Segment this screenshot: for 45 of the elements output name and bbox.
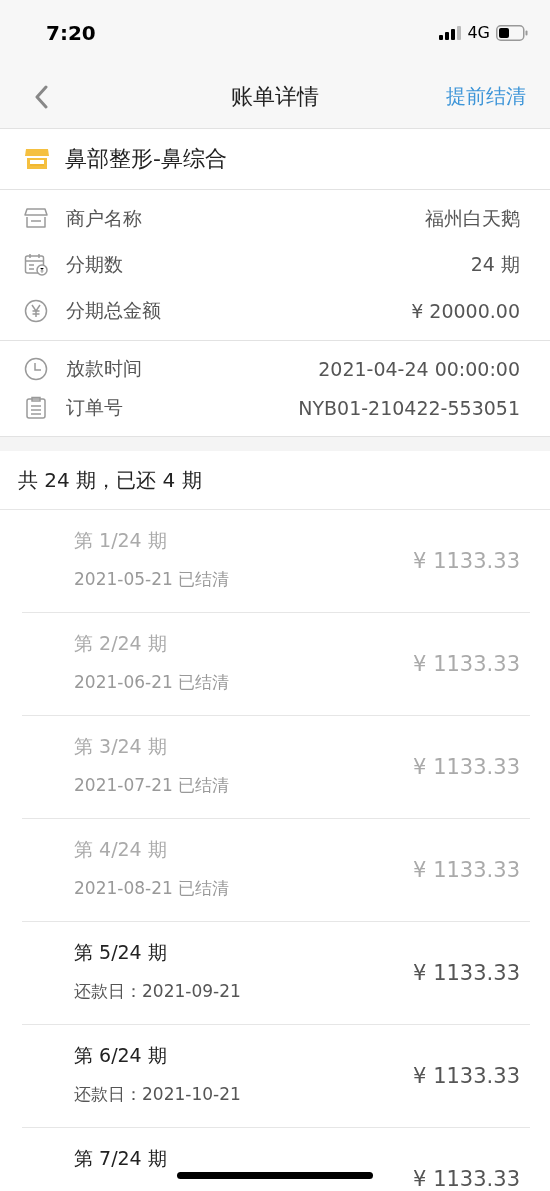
info-label: 订单号 bbox=[66, 394, 123, 420]
installment-date: 2021-08-21 已结清 bbox=[74, 877, 230, 900]
installment-amount: ¥ 1133.33 bbox=[413, 652, 520, 675]
installment-title: 第 4/24 期 bbox=[74, 837, 168, 862]
product-name: 鼻部整形-鼻综合 bbox=[65, 145, 227, 173]
yen-icon bbox=[24, 299, 48, 323]
installment-title: 第 7/24 期 bbox=[74, 1146, 167, 1171]
installment-date: 2021-07-21 已结清 bbox=[74, 774, 230, 797]
info-label: 分期总金额 bbox=[66, 298, 161, 323]
status-time: 7:20 bbox=[46, 20, 96, 45]
installment-summary: 共 24 期，已还 4 期 bbox=[18, 466, 202, 494]
signal-icon bbox=[439, 25, 462, 40]
network-label: 4G bbox=[467, 23, 490, 42]
installment-amount: ¥ 1133.33 bbox=[413, 1064, 520, 1087]
info-label: 放款时间 bbox=[66, 355, 142, 381]
installment-amount: ¥ 1133.33 bbox=[413, 549, 520, 572]
page-title: 账单详情 bbox=[231, 82, 319, 111]
installment-title: 第 6/24 期 bbox=[74, 1043, 168, 1068]
shop-icon bbox=[24, 148, 50, 170]
battery-icon bbox=[496, 24, 528, 41]
installment-date: 还款日：2021-09-21 bbox=[74, 980, 241, 1003]
installment-title: 第 3/24 期 bbox=[74, 734, 168, 759]
info-value: 2021-04-24 00:00:00 bbox=[318, 357, 520, 380]
info-value: 福州白天鹅 bbox=[425, 206, 520, 231]
store-icon bbox=[24, 207, 48, 231]
installment-date: 还款日：2021-10-21 bbox=[74, 1083, 241, 1106]
calendar-icon bbox=[24, 253, 48, 277]
clipboard-icon bbox=[24, 395, 48, 420]
info-value: NYB01-210422-553051 bbox=[298, 396, 520, 419]
info-value: 24 期 bbox=[470, 252, 520, 277]
settle-early-link[interactable]: 提前结清 bbox=[446, 83, 526, 110]
installment-title: 第 1/24 期 bbox=[74, 528, 168, 553]
installment-title: 第 2/24 期 bbox=[74, 631, 168, 656]
installment-amount: ¥ 1133.33 bbox=[413, 755, 520, 778]
info-label: 商户名称 bbox=[66, 206, 142, 231]
installment-amount: ¥ 1133.33 bbox=[413, 1167, 520, 1190]
installment-amount: ¥ 1133.33 bbox=[413, 858, 520, 881]
installment-date: 2021-06-21 已结清 bbox=[74, 671, 230, 694]
installment-title: 第 5/24 期 bbox=[74, 940, 168, 965]
installment-date: 2021-05-21 已结清 bbox=[74, 568, 230, 591]
clock-icon bbox=[24, 356, 48, 381]
back-icon bbox=[34, 84, 48, 109]
info-value: ¥ 20000.00 bbox=[411, 300, 520, 322]
info-label: 分期数 bbox=[66, 252, 123, 277]
installment-amount: ¥ 1133.33 bbox=[413, 961, 520, 984]
